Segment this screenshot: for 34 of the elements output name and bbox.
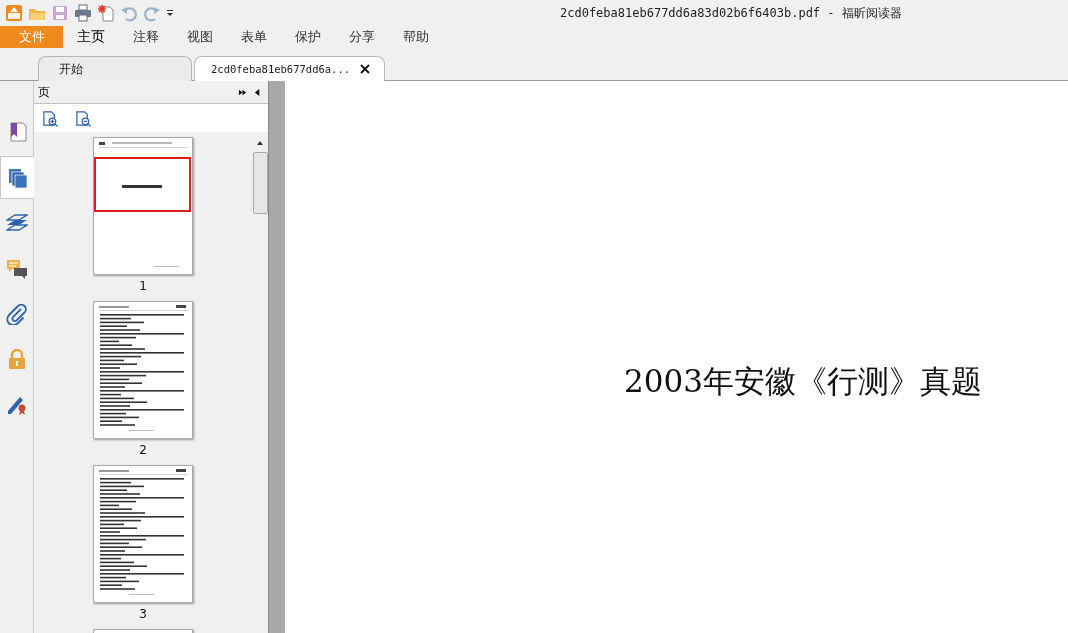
document-tab[interactable]: 开始 [38,56,192,81]
zoom-out-icon[interactable] [75,109,92,127]
panel-title: 页 [38,83,51,101]
zoom-in-icon[interactable] [42,109,59,127]
ribbon-tab[interactable]: 主页 [63,26,119,48]
new-document-icon[interactable] [97,4,115,22]
speech-bubbles-icon[interactable] [5,257,28,280]
pages-icon[interactable] [6,166,29,189]
page-number: 3 [139,607,147,621]
ribbon-tab[interactable]: 注释 [119,26,173,48]
document-tab[interactable]: 2cd0feba81eb677dd6a... [194,56,386,81]
scroll-up-icon[interactable] [256,140,264,146]
ribbon-tab[interactable]: 视图 [173,26,227,48]
pages-panel-button[interactable] [0,156,34,199]
page-number: 2 [139,443,147,457]
dropdown-icon[interactable] [166,9,174,17]
tab-label[interactable]: 2cd0feba81eb677dd6a... [211,63,351,75]
ribbon-tab[interactable]: 分享 [335,26,389,48]
page-thumbnail[interactable] [93,301,193,439]
page-number: 1 [139,279,147,293]
collapse-icon[interactable] [253,87,262,97]
expand-icon[interactable] [238,87,247,97]
document-heading: 2003年安徽《行测》真题 [624,362,982,401]
page-thumbnail[interactable] [93,137,193,275]
scroll-thumb[interactable] [253,152,268,214]
tab-label[interactable]: 开始 [59,60,83,78]
print-icon[interactable] [74,4,92,22]
page-thumbnail[interactable] [93,465,193,603]
ribbon-tab[interactable]: 保护 [281,26,335,48]
close-icon[interactable] [360,64,371,74]
paperclip-icon[interactable] [5,302,28,325]
ribbon-tab[interactable]: 帮助 [389,26,443,48]
ribbon-tab[interactable]: 表单 [227,26,281,48]
window-title: 2cd0feba81eb677dd6a83d02b6f6403b.pdf - 福昕阅读器 [560,5,902,22]
